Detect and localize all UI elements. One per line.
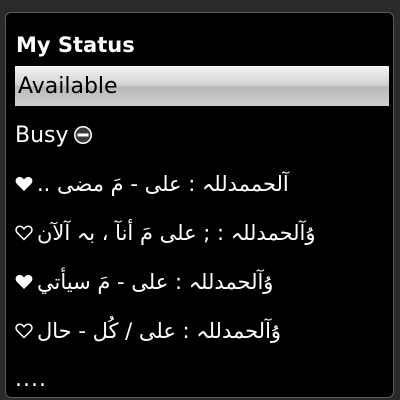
status-item-label: Busy	[15, 122, 69, 148]
heart-filled-icon	[15, 274, 33, 290]
status-item-label: آلحممدللہ : علی - مَ مضی ..	[37, 172, 289, 196]
status-item-busy[interactable]: Busy	[15, 115, 389, 155]
status-item-custom[interactable]: ۇآلحمدللہ : ; علی مَ أنآ ، بہ آلآن	[15, 213, 389, 253]
status-menu: My Status Available Busy آلحممدللہ : علی…	[5, 12, 394, 398]
status-item-custom[interactable]: آلحممدللہ : علی - مَ مضی ..	[15, 164, 389, 204]
status-item-custom[interactable]: ۇآلحمدللہ : علی / کُل - حال	[15, 311, 389, 351]
status-item-label: ....	[15, 366, 47, 392]
status-item-custom[interactable]: ۇآلحمدللہ : علی - مَ سيأتي	[15, 262, 389, 302]
status-item-label: ۇآلحمدللہ : علی - مَ سيأتي	[37, 270, 274, 294]
menu-title: My Status	[16, 33, 135, 57]
heart-outline-icon	[15, 225, 33, 241]
status-item-label: ۇآلحمدللہ : علی / کُل - حال	[37, 319, 282, 343]
status-item-more[interactable]: ....	[15, 359, 389, 397]
status-item-label: ۇآلحمدللہ : ; علی مَ أنآ ، بہ آلآن	[37, 221, 316, 245]
busy-icon	[73, 125, 93, 145]
status-item-label: Available	[18, 73, 118, 99]
status-item-available[interactable]: Available	[15, 66, 389, 106]
heart-filled-icon	[15, 176, 33, 192]
heart-outline-icon	[15, 323, 33, 339]
